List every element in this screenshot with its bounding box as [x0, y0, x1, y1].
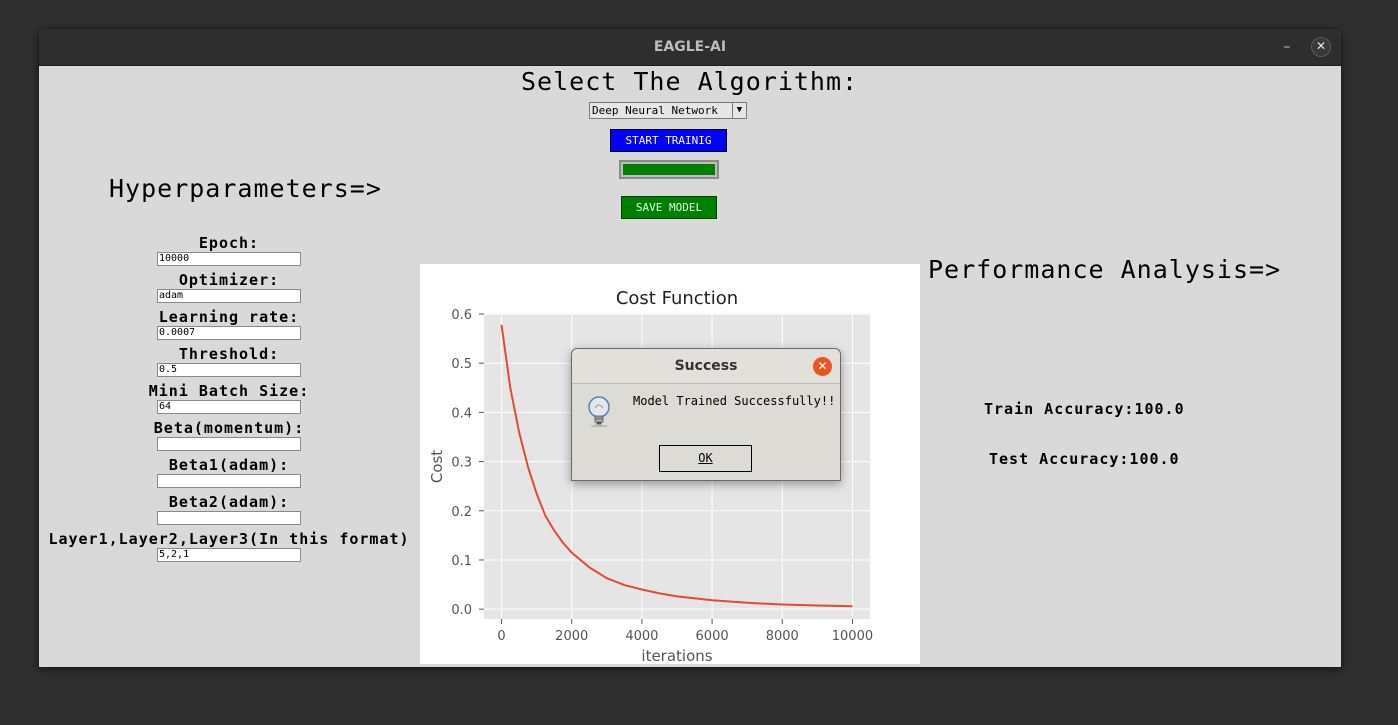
test-accuracy-text: Test Accuracy:100.0: [989, 450, 1180, 468]
y-tick-label: 0.4: [451, 406, 472, 421]
layers-label: Layer1,Layer2,Layer3(In this format): [48, 530, 410, 548]
epoch-input[interactable]: 10000: [157, 252, 301, 266]
beta1-adam-label: Beta1(adam):: [168, 456, 290, 474]
minimize-button[interactable]: –: [1277, 37, 1297, 57]
chart-title: Cost Function: [616, 288, 738, 309]
save-model-button[interactable]: SAVE MODEL: [621, 196, 717, 219]
optimizer-input[interactable]: adam: [157, 289, 301, 303]
chevron-down-icon[interactable]: ▼: [732, 103, 746, 118]
window-title: EAGLE-AI: [653, 39, 727, 55]
train-accuracy-text: Train Accuracy:100.0: [984, 400, 1185, 418]
mini-batch-size-label: Mini Batch Size:: [148, 382, 310, 400]
layers-input[interactable]: 5,2,1: [157, 548, 301, 562]
x-tick-label: 8000: [766, 629, 799, 644]
title-bar[interactable]: EAGLE-AI – ✕: [39, 29, 1341, 66]
y-tick-label: 0.3: [451, 456, 472, 471]
dialog-title-bar[interactable]: Success ✕: [572, 349, 840, 384]
y-tick-label: 0.0: [451, 603, 472, 618]
y-tick-label: 0.6: [451, 308, 472, 323]
algorithm-select-value: Deep Neural Network: [592, 104, 718, 117]
algorithm-heading: Select The Algorithm:: [521, 67, 859, 96]
epoch-label: Epoch:: [198, 234, 260, 252]
performance-heading: Performance Analysis=>: [928, 255, 1282, 284]
beta2-adam-label: Beta2(adam):: [168, 493, 290, 511]
training-progress-bar: [619, 160, 719, 179]
mini-batch-size-input[interactable]: 64: [157, 400, 301, 414]
algorithm-select[interactable]: Deep Neural Network ▼: [589, 102, 747, 119]
hyperparameters-heading: Hyperparameters=>: [109, 174, 382, 203]
ok-button-label: OK: [698, 451, 713, 465]
beta2-adam-input[interactable]: [157, 511, 301, 525]
dialog-close-button[interactable]: ✕: [813, 357, 832, 376]
beta-momentum-input[interactable]: [157, 437, 301, 451]
threshold-input[interactable]: 0.5: [157, 363, 301, 377]
learning-rate-label: Learning rate:: [158, 308, 300, 326]
beta-momentum-label: Beta(momentum):: [153, 419, 305, 437]
x-tick-label: 0: [497, 629, 505, 644]
start-training-button[interactable]: START TRAINIG: [610, 129, 727, 152]
y-tick-label: 0.5: [451, 357, 472, 372]
x-tick-label: 4000: [625, 629, 658, 644]
y-tick-label: 0.1: [451, 554, 472, 569]
x-tick-label: 10000: [832, 629, 873, 644]
optimizer-label: Optimizer:: [178, 271, 280, 289]
learning-rate-input[interactable]: 0.0007: [157, 326, 301, 340]
y-tick-label: 0.2: [451, 505, 472, 520]
x-tick-label: 2000: [555, 629, 588, 644]
success-dialog: Success ✕ Model Trained Successfully!! O…: [571, 348, 841, 481]
y-axis-label: Cost: [428, 450, 446, 483]
threshold-label: Threshold:: [178, 345, 280, 363]
dialog-title: Success: [674, 358, 738, 374]
lightbulb-icon: [588, 396, 610, 427]
close-button[interactable]: ✕: [1311, 37, 1331, 57]
beta1-adam-input[interactable]: [157, 474, 301, 488]
x-axis-label: iterations: [641, 647, 712, 664]
ok-button[interactable]: OK: [659, 445, 752, 472]
dialog-message: Model Trained Successfully!!: [633, 394, 836, 408]
x-tick-label: 6000: [696, 629, 729, 644]
progress-fill: [623, 164, 715, 175]
